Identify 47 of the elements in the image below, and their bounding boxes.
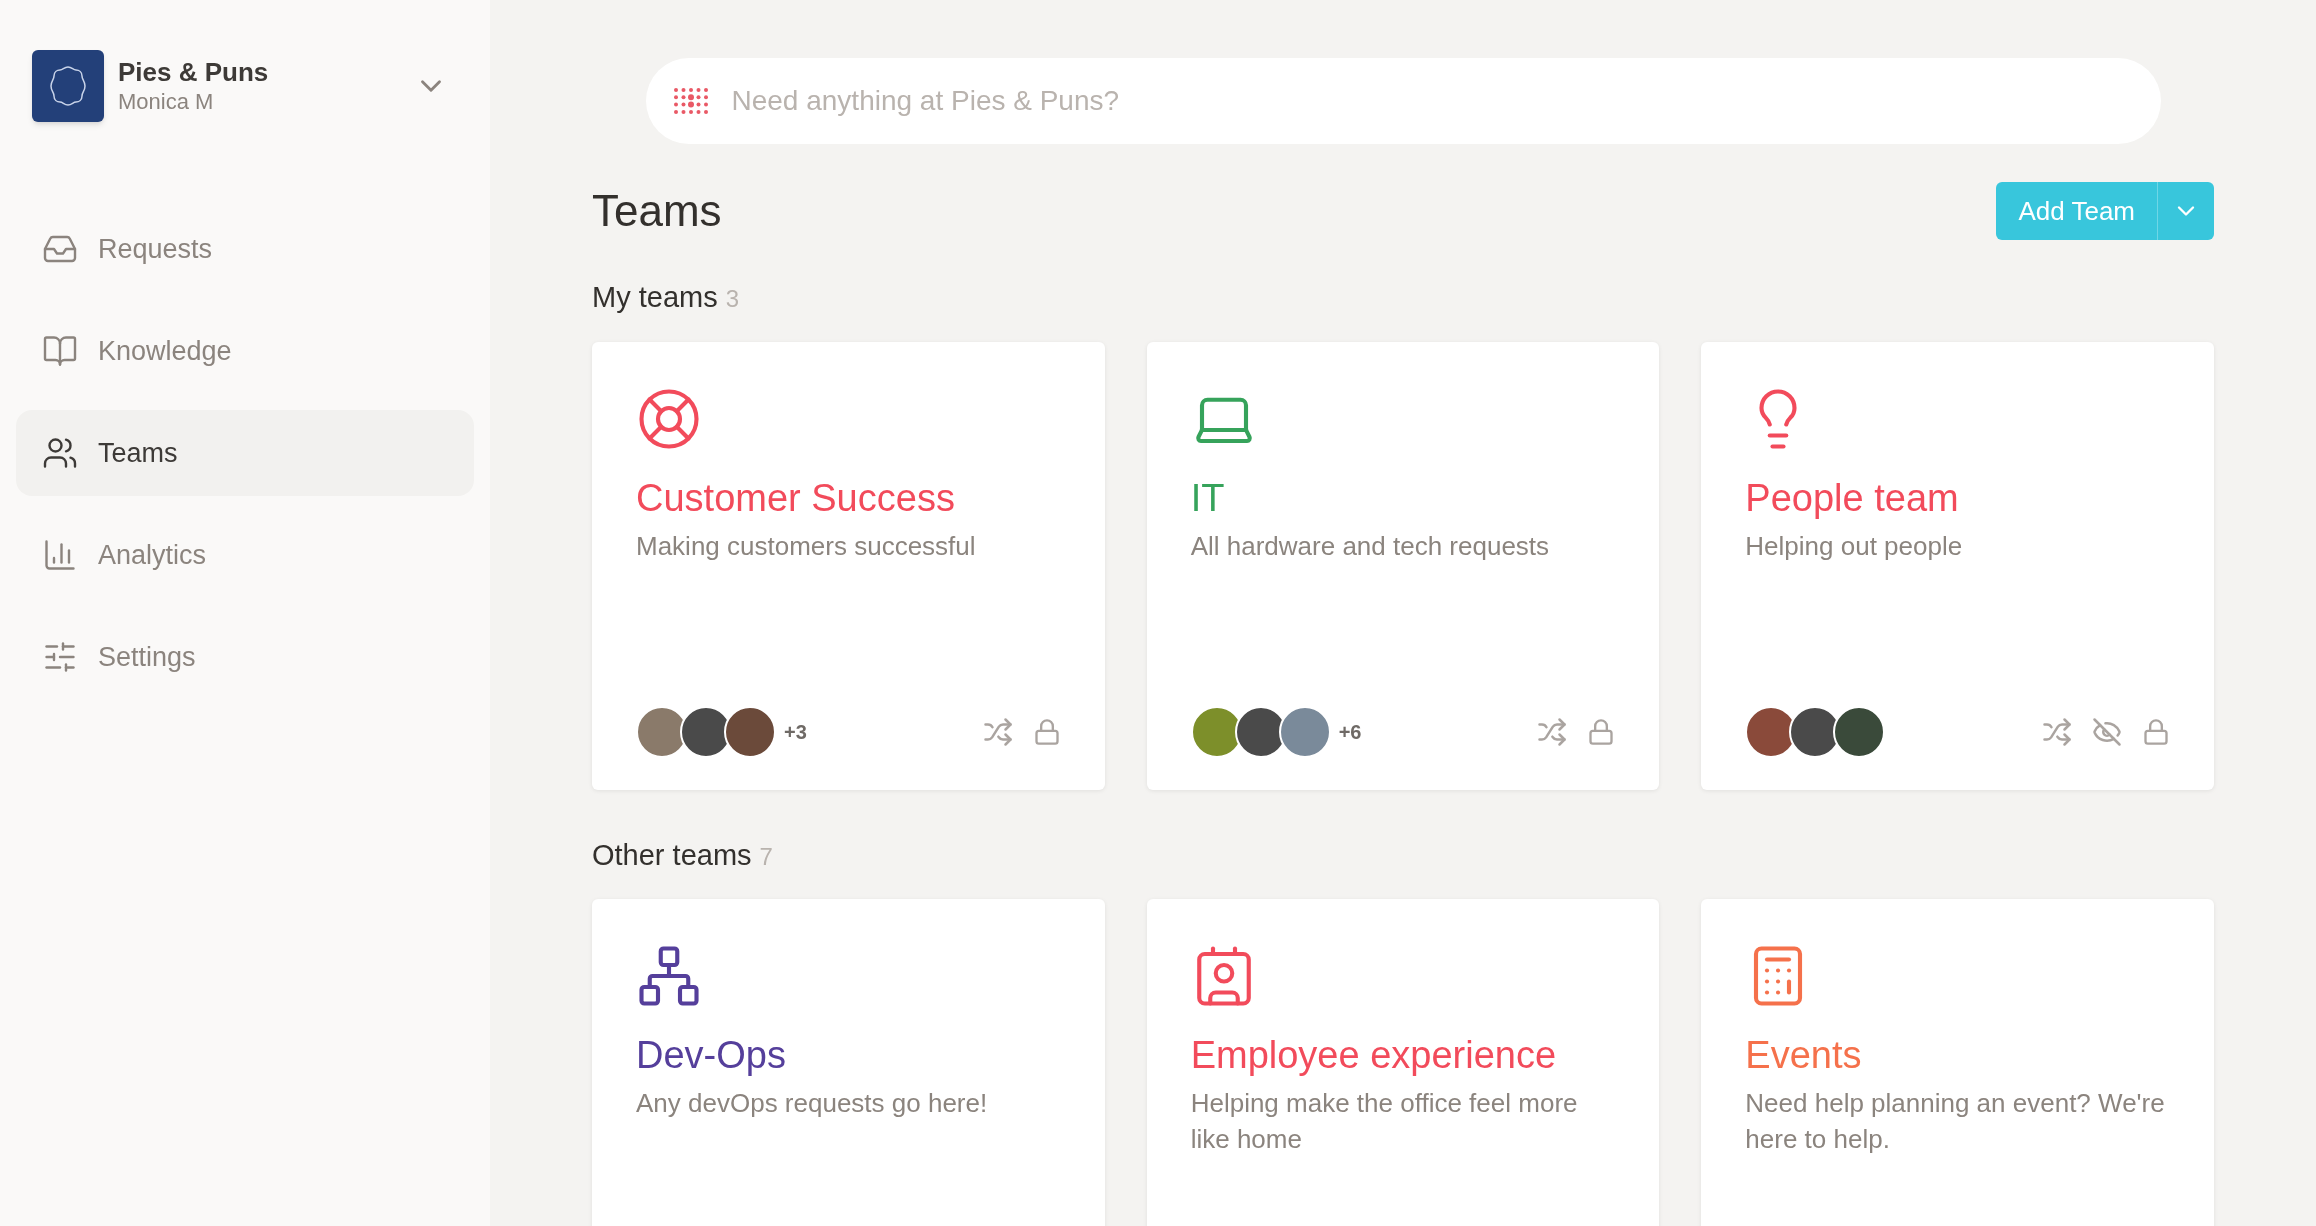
team-name: Employee experience	[1190, 1033, 1558, 1078]
search-field[interactable]: Need anything at Pies & Puns?	[645, 58, 2161, 144]
lock-icon[interactable]	[1587, 717, 1616, 746]
section-title: Other teams	[592, 837, 752, 873]
team-card[interactable]: Events Need help planning an event? We're here to help.	[1701, 899, 2214, 1226]
team-card[interactable]: Dev-Ops Any devOps requests go here!	[592, 899, 1105, 1226]
nav-item[interactable]: Teams	[16, 410, 474, 496]
lock-icon[interactable]	[1032, 717, 1061, 746]
team-description: Any devOps requests go here!	[636, 1087, 989, 1120]
add-team-button[interactable]: Add Team	[1996, 182, 2214, 240]
section-count: 3	[725, 284, 740, 314]
page-title: Teams	[592, 185, 722, 237]
team-description: Need help planning an event? We're here to help.	[1745, 1087, 2166, 1156]
team-card[interactable]: Employee experience Helping make the office feel more like home	[1146, 899, 1660, 1226]
member-count: +3	[784, 719, 807, 745]
team-name: IT	[1190, 475, 1226, 521]
nav-item[interactable]: Knowledge	[16, 308, 474, 394]
section-count: 7	[759, 841, 773, 872]
team-card[interactable]: IT All hardware and tech requests +6	[1146, 341, 1660, 790]
workspace-name: Pies & Puns	[118, 56, 269, 88]
member-count: +6	[1338, 719, 1362, 745]
eye-off-icon[interactable]	[2092, 716, 2122, 747]
team-name: Dev-Ops	[636, 1033, 787, 1078]
nav-item[interactable]: Requests	[16, 206, 474, 292]
bar-chart-icon	[42, 537, 78, 573]
team-name: Customer Success	[636, 475, 956, 521]
shuffle-icon[interactable]	[2042, 716, 2072, 747]
workspace-logo	[32, 50, 104, 122]
user-name: Monica M	[118, 88, 215, 116]
dots-icon	[671, 86, 710, 116]
team-description: All hardware and tech requests	[1190, 529, 1551, 563]
team-description: Helping out people	[1745, 529, 1964, 563]
team-card[interactable]: People team Helping out people	[1701, 341, 2214, 790]
team-name: Events	[1745, 1033, 1863, 1078]
team-description: Helping make the office feel more like home	[1190, 1087, 1579, 1156]
sliders-icon	[42, 639, 78, 675]
shuffle-icon[interactable]	[1537, 716, 1568, 747]
team-name: People team	[1745, 475, 1960, 521]
people-icon	[42, 435, 78, 471]
team-card[interactable]: Customer Success Making customers successful +3	[592, 341, 1105, 790]
shuffle-icon[interactable]	[982, 716, 1013, 747]
book-icon	[42, 333, 78, 369]
nav-item[interactable]: Settings	[16, 614, 474, 700]
lock-icon[interactable]	[2142, 717, 2170, 746]
nav-item[interactable]: Analytics	[16, 512, 474, 598]
section-title: My teams	[592, 280, 718, 315]
team-description: Making customers successful	[636, 529, 977, 563]
